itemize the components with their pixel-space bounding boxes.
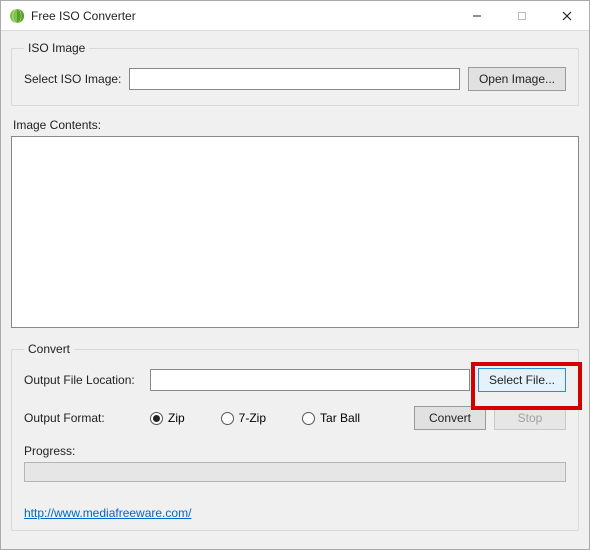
image-contents-section: Image Contents: xyxy=(11,116,579,328)
client-area: ISO Image Select ISO Image: Open Image..… xyxy=(1,31,589,549)
app-window: Free ISO Converter ISO Image Select ISO … xyxy=(0,0,590,550)
radio-zip-label: Zip xyxy=(168,411,185,425)
image-contents-list[interactable] xyxy=(11,136,579,328)
radio-zip[interactable]: Zip xyxy=(150,411,185,425)
stop-button: Stop xyxy=(494,406,566,430)
app-icon xyxy=(9,8,25,24)
radio-tarball[interactable]: Tar Ball xyxy=(302,411,360,425)
radio-tarball-label: Tar Ball xyxy=(320,411,360,425)
iso-path-input[interactable] xyxy=(129,68,460,90)
window-title: Free ISO Converter xyxy=(31,9,454,23)
output-location-input[interactable] xyxy=(150,369,470,391)
convert-legend: Convert xyxy=(24,342,74,356)
progress-bar xyxy=(24,462,566,482)
radio-7zip-label: 7-Zip xyxy=(239,411,266,425)
output-location-label: Output File Location: xyxy=(24,373,142,387)
titlebar: Free ISO Converter xyxy=(1,1,589,31)
close-button[interactable] xyxy=(544,1,589,30)
minimize-button[interactable] xyxy=(454,1,499,30)
iso-image-group: ISO Image Select ISO Image: Open Image..… xyxy=(11,41,579,106)
select-iso-label: Select ISO Image: xyxy=(24,72,121,86)
website-link[interactable]: http://www.mediafreeware.com/ xyxy=(24,506,566,520)
radio-7zip-input[interactable] xyxy=(221,412,234,425)
maximize-button xyxy=(499,1,544,30)
image-contents-label: Image Contents: xyxy=(13,118,579,132)
convert-group: Convert Output File Location: Select Fil… xyxy=(11,342,579,531)
select-file-button[interactable]: Select File... xyxy=(478,368,566,392)
radio-7zip[interactable]: 7-Zip xyxy=(221,411,266,425)
radio-zip-input[interactable] xyxy=(150,412,163,425)
iso-image-legend: ISO Image xyxy=(24,41,89,55)
convert-button[interactable]: Convert xyxy=(414,406,486,430)
open-image-button[interactable]: Open Image... xyxy=(468,67,566,91)
progress-label: Progress: xyxy=(24,444,566,458)
radio-tarball-input[interactable] xyxy=(302,412,315,425)
output-format-label: Output Format: xyxy=(24,411,142,425)
